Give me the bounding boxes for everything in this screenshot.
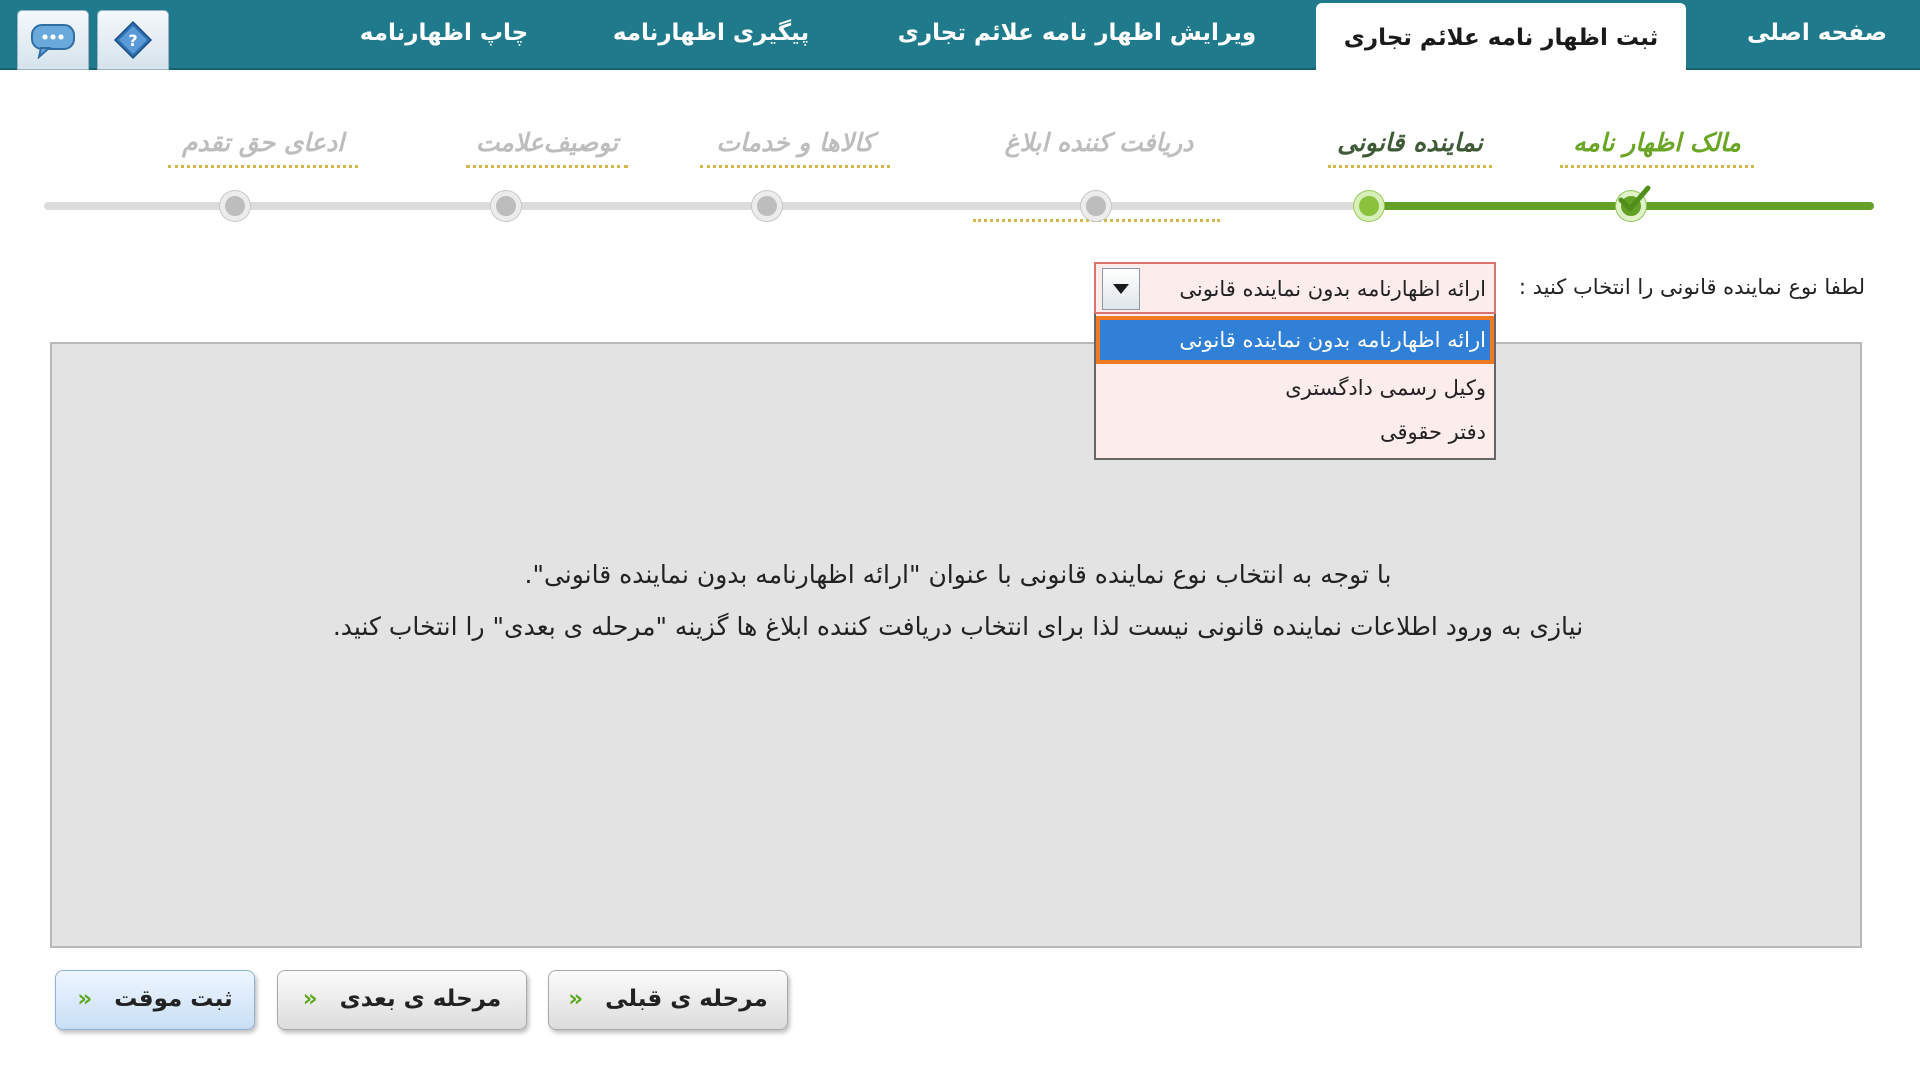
previous-step-label: مرحله ی قبلی: [605, 986, 768, 1012]
tab-track-application[interactable]: پیگیری اظهارنامه: [596, 0, 826, 70]
step-goods-services: کالاها و خدمات: [700, 122, 890, 168]
chevron-left-icon: «: [302, 986, 318, 1012]
representative-type-select[interactable]: ارائه اظهارنامه بدون نماینده قانونی: [1094, 262, 1496, 314]
step-mark-description: توصیف‌علامت: [466, 122, 628, 168]
representative-type-label: لطفا نوع نماینده قانونی را انتخاب کنید :: [1518, 275, 1865, 299]
previous-step-button[interactable]: مرحله ی قبلی «: [548, 970, 788, 1030]
step-dot-goods-services: [752, 191, 782, 221]
check-icon: [1618, 185, 1651, 212]
top-nav-bar: صفحه اصلی ثبت اظهار نامه علائم تجاری ویر…: [0, 0, 1920, 72]
option-no-representative[interactable]: ارائه اظهارنامه بدون نماینده قانونی: [1096, 316, 1494, 364]
step-dot-mark-description: [491, 191, 521, 221]
svg-text:?: ?: [128, 31, 137, 50]
chat-button[interactable]: [17, 10, 89, 70]
temporary-save-button[interactable]: ثبت موقت «: [55, 970, 255, 1030]
step-dot-priority-claim: [220, 191, 250, 221]
chevron-left-icon: «: [77, 986, 93, 1012]
select-value: ارائه اظهارنامه بدون نماینده قانونی: [1179, 277, 1486, 301]
info-panel: با توجه به انتخاب نوع نماینده قانونی با …: [50, 342, 1862, 948]
info-message-line1: با توجه به انتخاب نوع نماینده قانونی با …: [524, 560, 1392, 589]
chat-icon: [31, 24, 75, 59]
step-dot-legal-representative: [1354, 191, 1384, 221]
chevron-down-icon: [1113, 284, 1129, 294]
tab-edit-trademark[interactable]: ویرایش اظهار نامه علائم تجاری: [876, 0, 1278, 70]
step-owner: مالک اظهار نامه: [1560, 122, 1754, 168]
info-message-line2: نیازی به ورود اطلاعات نماینده قانونی نیس…: [332, 612, 1584, 641]
representative-type-options: ارائه اظهارنامه بدون نماینده قانونی وکیل…: [1094, 314, 1496, 460]
next-step-label: مرحله ی بعدی: [339, 986, 502, 1012]
tab-print-application[interactable]: چاپ اظهارنامه: [352, 0, 536, 70]
step-dot-notice-recipient: [1081, 191, 1111, 221]
option-law-office[interactable]: دفتر حقوقی: [1100, 412, 1490, 452]
chevron-left-icon: «: [568, 986, 584, 1012]
step-notice-recipient: دریافت کننده ابلاغ: [1004, 128, 1194, 157]
step-priority-claim: ادعای حق تقدم: [168, 122, 358, 168]
help-icon: ?: [113, 20, 153, 60]
help-button[interactable]: ?: [97, 10, 169, 70]
tab-register-trademark[interactable]: ثبت اظهار نامه علائم تجاری: [1316, 3, 1686, 72]
option-official-attorney[interactable]: وکیل رسمی دادگستری: [1100, 368, 1490, 408]
dropdown-arrow-button[interactable]: [1102, 268, 1140, 310]
temporary-save-label: ثبت موقت: [114, 986, 233, 1012]
step-legal-representative: نماینده قانونی: [1328, 122, 1492, 168]
tab-home[interactable]: صفحه اصلی: [1728, 0, 1906, 70]
next-step-button[interactable]: مرحله ی بعدی «: [277, 970, 527, 1030]
step-dot-owner: [1616, 185, 1651, 221]
